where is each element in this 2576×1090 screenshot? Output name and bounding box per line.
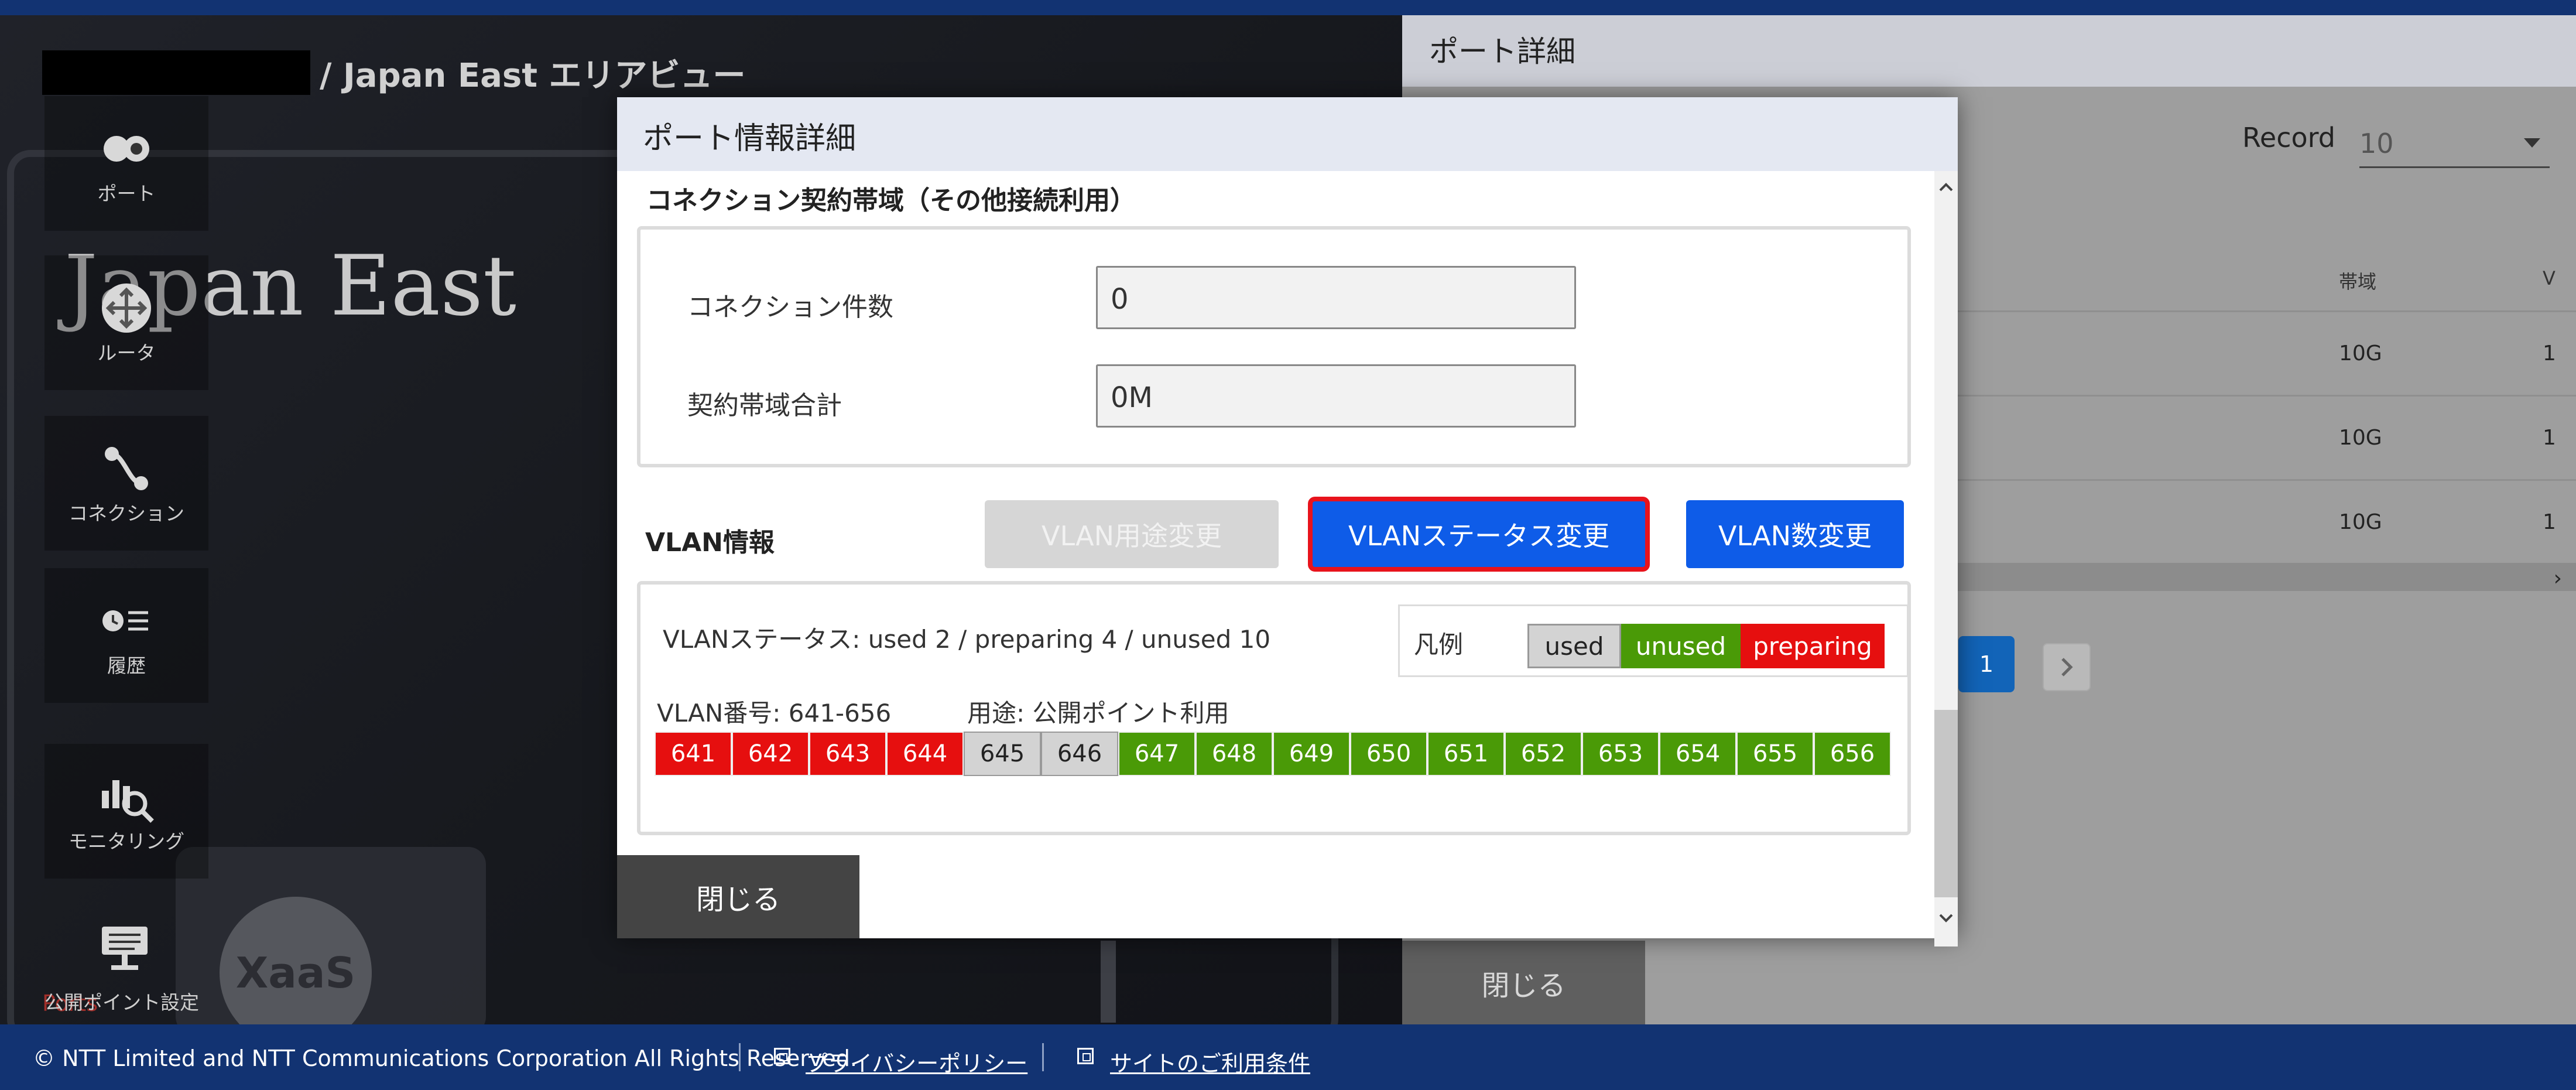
legend-used: used [1527,624,1621,668]
modal-close-button[interactable]: 閉じる [617,855,859,938]
connection-box: コネクション件数 0 契約帯域合計 0M [637,226,1911,467]
vlan-count-change-button[interactable]: VLAN数変更 [1686,500,1904,568]
vlan-cell-645: 645 [964,732,1041,776]
vlan-cell-646: 646 [1041,732,1118,776]
scrollbar-thumb[interactable] [1934,710,1958,897]
connection-count-field: 0 [1096,266,1576,329]
vlan-usage-label: 用途: 公開ポイント利用 [967,699,1229,727]
vlan-cell-653: 653 [1582,732,1659,776]
vlan-cell-644: 644 [886,732,964,776]
redacted-name [42,50,310,95]
caret-down-icon [2524,138,2540,148]
vlan-cell: 1 [2543,426,2556,450]
nav-item-history[interactable]: 履歴 [44,568,208,703]
copyright-text: © NTT Limited and NTT Communications Cor… [33,1045,857,1071]
vlan-cell-649: 649 [1273,732,1350,776]
nav-item-port[interactable]: ポート [44,96,208,231]
connection-icon [97,439,156,498]
column-header-bandwidth: 帯域 [2339,271,2377,293]
vlan-cell-650: 650 [1350,732,1427,776]
vlan-legend: 凡例 used unused preparing [1398,604,1909,677]
chevron-up-icon[interactable] [1938,177,1954,197]
background-bar [1101,941,1116,1023]
nav-label: コネクション [68,502,184,525]
legend-preparing: preparing [1741,624,1885,668]
port-icon [97,119,156,178]
vlan-number-row: 641 642 643 644 645 646 647 648 649 650 651 652 653 6… [655,732,1891,776]
chevron-right-icon[interactable]: › [2554,566,2562,590]
column-header-vlan: V [2543,267,2556,289]
public-point-icon [100,924,150,976]
chevron-right-icon [2061,658,2073,676]
vlan-cell-641: 641 [655,732,732,776]
bandwidth-cell: 10G [2339,426,2382,450]
vlan-status-change-button[interactable]: VLANステータス変更 [1308,497,1650,572]
footer-divider [739,1043,741,1071]
nav-label: ポート [97,182,156,205]
nav-item-connection[interactable]: コネクション [44,416,208,551]
connection-section-title: コネクション契約帯域（その他接続利用） [646,186,1136,216]
bandwidth-total-field: 0M [1096,364,1576,428]
nav-label: モニタリング [68,830,184,853]
modal-header: ポート情報詳細 [617,97,1958,171]
footer-divider [1042,1043,1044,1071]
record-value: 10 [2359,128,2394,159]
page-header: / Japan East エリアビュー [42,50,745,95]
top-bar [0,0,2576,15]
vlan-cell-642: 642 [732,732,809,776]
modal-title: ポート情報詳細 [643,121,857,156]
port-detail-header: ポート詳細 [1402,15,2576,87]
legend-unused: unused [1621,624,1741,668]
vlan-cell-656: 656 [1814,732,1891,776]
vlan-cell-655: 655 [1736,732,1814,776]
external-link-icon [1077,1048,1094,1064]
bandwidth-total-label: 契約帯域合計 [687,391,842,421]
record-label: Record [2242,122,2335,153]
modal-vertical-scrollbar[interactable] [1934,171,1958,947]
footer: © NTT Limited and NTT Communications Cor… [0,1024,2576,1090]
port-info-modal: ポート情報詳細 コネクション契約帯域（その他接続利用） コネクション件数 0 契… [617,97,1958,947]
vlan-section-title: VLAN情報 [645,528,775,558]
bandwidth-cell: 10G [2339,510,2382,534]
nav-item-monitoring[interactable]: モニタリング [44,744,208,879]
terms-of-use-link[interactable]: サイトのご利用条件 [1110,1045,1310,1078]
bandwidth-cell: 10G [2339,341,2382,365]
nav-item-router[interactable]: ルータ [44,255,208,390]
vlan-range-label: VLAN番号: 641-656 [657,699,892,727]
vlan-cell-647: 647 [1118,732,1195,776]
privacy-policy-link[interactable]: プライバシーポリシー [806,1045,1027,1078]
pagination-next-button[interactable] [2043,643,2091,691]
pagination-page-1[interactable]: 1 [1958,636,2015,692]
nav-item-public-point[interactable]: 公開ポイント設定 [44,914,208,1014]
vlan-cell-654: 654 [1659,732,1736,776]
router-icon [97,279,156,337]
port-detail-title: ポート詳細 [1429,35,1575,69]
vlan-cell-651: 651 [1427,732,1505,776]
vlan-cell-643: 643 [809,732,886,776]
external-link-icon [774,1048,790,1064]
chevron-down-icon[interactable] [1938,908,1954,929]
monitoring-icon [97,767,156,826]
vlan-cell: 1 [2543,341,2556,365]
vlan-status-summary: VLANステータス: used 2 / preparing 4 / unused… [663,625,1271,654]
vlan-cell-648: 648 [1195,732,1273,776]
port-detail-close-button[interactable]: 閉じる [1402,941,1645,1024]
record-select[interactable]: 10 [2359,117,2550,168]
nav-label: ルータ [97,341,156,364]
vlan-usage-change-button[interactable]: VLAN用途変更 [985,500,1279,568]
vlan-cell-652: 652 [1505,732,1582,776]
legend-label: 凡例 [1414,630,1464,659]
history-icon [97,592,156,650]
connection-count-label: コネクション件数 [687,292,893,322]
page-title: / Japan East エリアビュー [320,56,746,95]
vlan-cell: 1 [2543,510,2556,534]
nav-label: 公開ポイント設定 [44,991,199,1014]
nav-label: 履歴 [107,654,146,677]
